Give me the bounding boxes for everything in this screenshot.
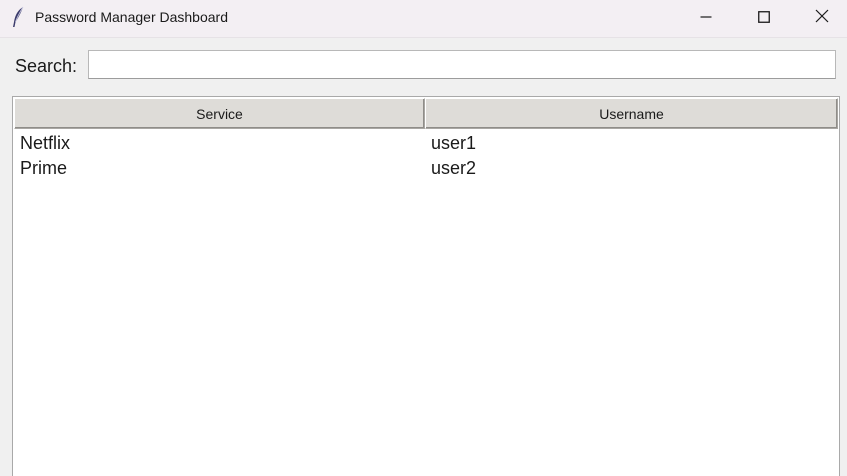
maximize-icon <box>758 10 770 28</box>
cell-username: user2 <box>431 158 477 178</box>
app-window: Password Manager Dashboard Search: Servi… <box>0 0 847 476</box>
table-row[interactable]: Netflix user1 <box>14 131 838 156</box>
cell-service: Prime <box>20 158 68 178</box>
cell-service: Netflix <box>20 133 71 153</box>
minimize-icon <box>700 10 712 28</box>
title-bar[interactable]: Password Manager Dashboard <box>0 0 847 38</box>
window-title: Password Manager Dashboard <box>35 9 228 25</box>
column-header-service[interactable]: Service <box>14 98 425 129</box>
search-input[interactable] <box>88 50 836 79</box>
maximize-button[interactable] <box>735 0 793 37</box>
minimize-button[interactable] <box>677 0 735 37</box>
table-body: Netflix user1 Prime user2 <box>14 131 838 181</box>
search-label: Search: <box>15 56 78 76</box>
table-header: Service Username <box>14 98 838 129</box>
table-row[interactable]: Prime user2 <box>14 156 838 181</box>
close-icon <box>815 9 829 28</box>
cell-username: user1 <box>431 133 477 153</box>
column-header-username[interactable]: Username <box>425 98 838 129</box>
feather-icon <box>9 6 27 28</box>
close-button[interactable] <box>793 0 847 37</box>
credentials-table[interactable]: Service Username Netflix user1 Prime use… <box>12 96 840 476</box>
